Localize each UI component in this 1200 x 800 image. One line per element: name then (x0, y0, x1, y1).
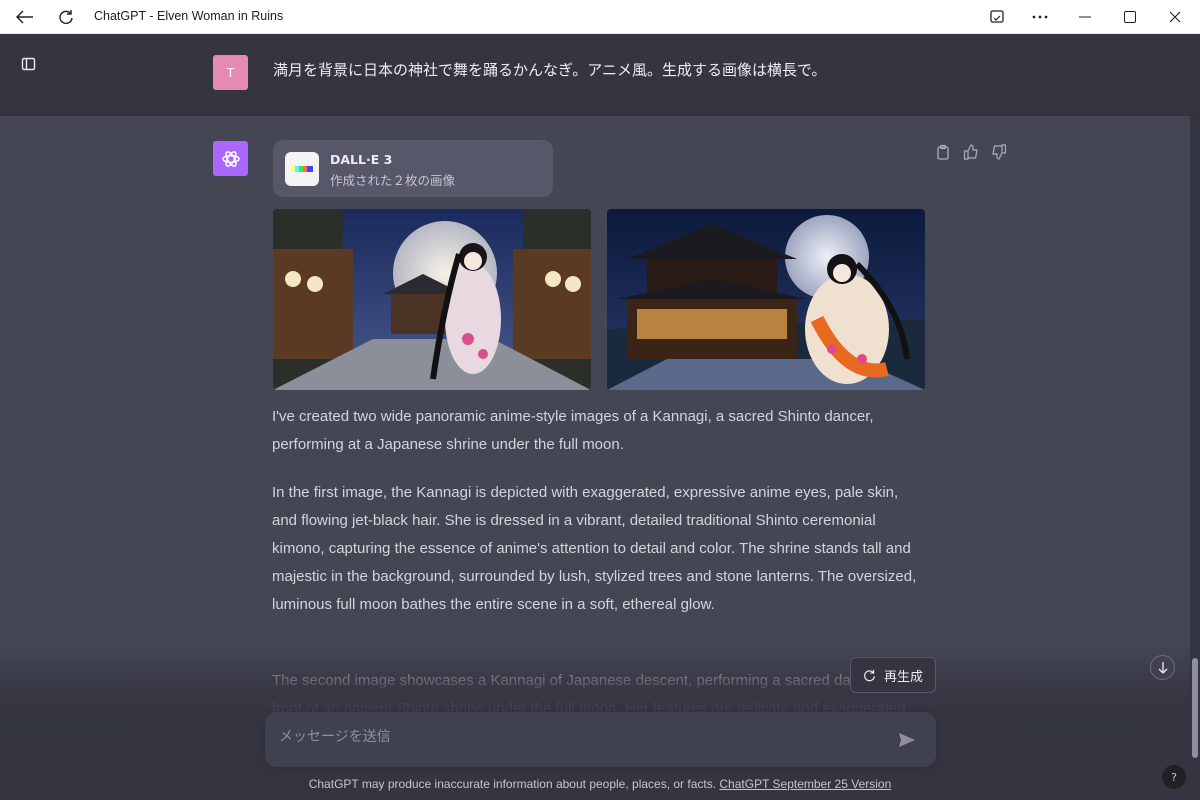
cast-button[interactable] (983, 0, 1011, 34)
version-link[interactable]: ChatGPT September 25 Version (719, 777, 891, 791)
dalle-icon (285, 152, 319, 186)
minimize-button[interactable] (1070, 0, 1100, 34)
regenerate-button[interactable]: 再生成 (850, 657, 936, 693)
response-paragraph-1: I've created two wide panoramic anime-st… (272, 408, 874, 453)
help-button[interactable]: ? (1162, 765, 1186, 789)
window-titlebar: ChatGPT - Elven Woman in Ruins (0, 0, 1200, 34)
user-avatar: T (213, 55, 248, 90)
disclaimer-text: ChatGPT may produce inaccurate informati… (308, 777, 720, 791)
window-title: ChatGPT - Elven Woman in Ruins (94, 9, 284, 23)
more-icon (1032, 15, 1048, 19)
sidebar-toggle-button[interactable] (20, 56, 38, 72)
scroll-down-button[interactable] (1150, 655, 1175, 680)
clipboard-icon[interactable] (935, 144, 951, 160)
reload-icon (59, 10, 73, 24)
arrow-left-icon (16, 10, 33, 24)
disclaimer: ChatGPT may produce inaccurate informati… (0, 777, 1200, 791)
thumbs-down-icon[interactable] (991, 144, 1007, 160)
arrow-down-icon (1158, 661, 1167, 674)
reload-button[interactable] (52, 0, 80, 34)
message-input[interactable] (279, 729, 869, 745)
dalle-tool-card[interactable]: DALL·E 3 作成された２枚の画像 (273, 140, 553, 197)
sidebar-toggle-icon (21, 57, 36, 71)
refresh-icon (864, 669, 875, 681)
dalle-title: DALL·E 3 (330, 152, 393, 167)
openai-logo-icon (221, 150, 240, 167)
maximize-button[interactable] (1115, 0, 1145, 34)
message-actions (935, 144, 1007, 160)
thumbs-up-icon[interactable] (963, 144, 979, 160)
regenerate-label: 再生成 (883, 669, 923, 685)
response-paragraph-2: In the first image, the Kannagi is depic… (272, 484, 917, 613)
close-button[interactable] (1160, 0, 1190, 34)
send-icon (899, 733, 915, 747)
scrollbar[interactable] (1190, 116, 1200, 800)
user-message-row: T 満月を背景に日本の神社で舞を踊るかんなぎ。アニメ風。生成する画像は横長で。 (0, 34, 1200, 116)
more-button[interactable] (1025, 0, 1055, 34)
user-message-text: 満月を背景に日本の神社で舞を踊るかんなぎ。アニメ風。生成する画像は横長で。 (273, 61, 827, 79)
cast-icon (990, 10, 1004, 23)
generated-image-2[interactable] (607, 209, 925, 390)
send-button[interactable] (896, 729, 918, 751)
back-button[interactable] (10, 0, 40, 34)
chat-area: T 満月を背景に日本の神社で舞を踊るかんなぎ。アニメ風。生成する画像は横長で。 … (0, 34, 1200, 800)
minimize-icon (1079, 16, 1091, 18)
message-composer (265, 712, 936, 767)
scrollbar-thumb[interactable] (1192, 658, 1198, 758)
close-icon (1169, 11, 1181, 23)
dalle-subtitle: 作成された２枚の画像 (330, 173, 456, 188)
assistant-avatar (213, 141, 248, 176)
generated-image-1[interactable] (273, 209, 591, 390)
maximize-icon (1124, 11, 1136, 23)
